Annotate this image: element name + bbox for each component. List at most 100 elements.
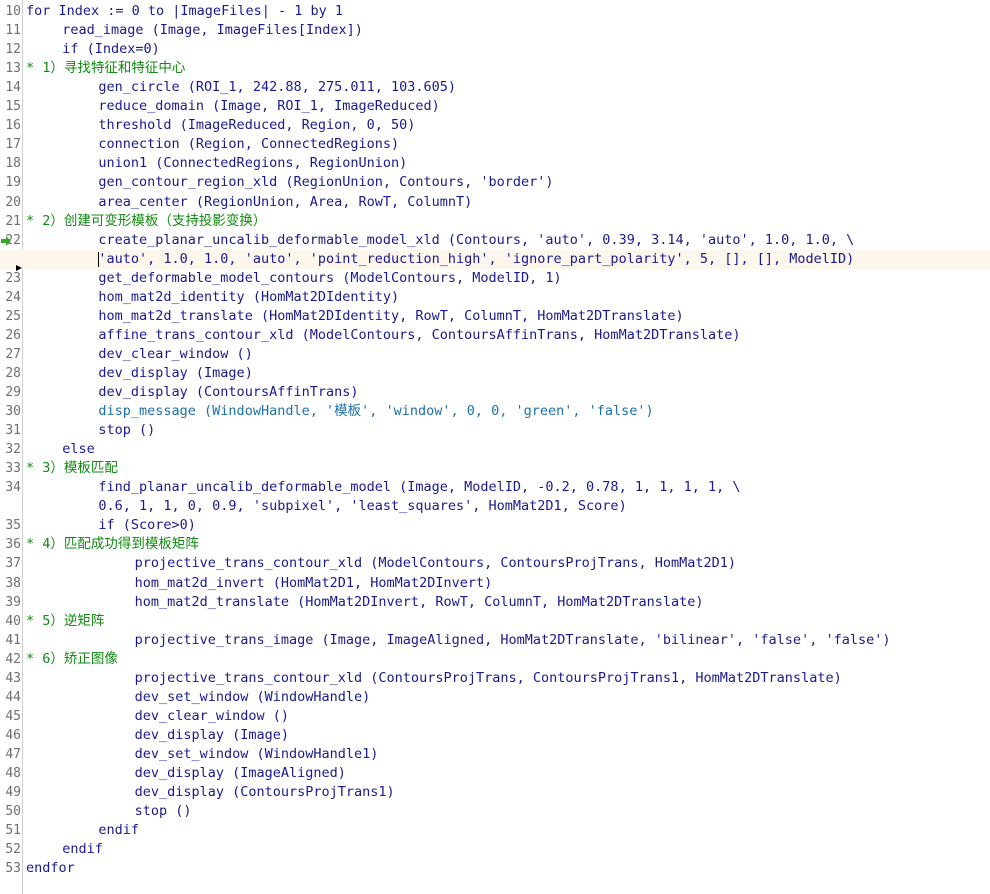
line-number: 15 bbox=[5, 99, 21, 115]
code-text: 0.6, 1, 1, 0, 0.9, 'subpixel', 'least_sq… bbox=[98, 498, 627, 515]
line-number: 25 bbox=[5, 308, 21, 324]
code-text: dev_display (Image) bbox=[134, 726, 290, 743]
code-line[interactable]: 42 * 6）矫正图像 bbox=[0, 650, 990, 669]
code-line[interactable]: 40 * 5）逆矩阵 bbox=[0, 612, 990, 631]
code-text: reduce_domain (Image, ROI_1, ImageReduce… bbox=[98, 98, 440, 115]
code-line[interactable]: 19 gen_contour_region_xld (RegionUnion, C… bbox=[0, 173, 990, 192]
code-line[interactable]: 0.6, 1, 1, 0, 0.9, 'subpixel', 'least_sq… bbox=[0, 497, 990, 516]
code-line[interactable]: 35 if (Score>0) bbox=[0, 516, 990, 535]
line-number: 51 bbox=[5, 823, 21, 839]
code-line[interactable]: 13 * 1）寻找特征和特征中心 bbox=[0, 59, 990, 78]
code-line[interactable]: 24 hom_mat2d_identity (HomMat2DIdentity) bbox=[0, 288, 990, 307]
code-text: dev_set_window (WindowHandle1) bbox=[134, 745, 379, 762]
program-counter-arrow-icon bbox=[1, 236, 11, 246]
code-text: dev_display (ContoursAffinTrans) bbox=[98, 384, 359, 400]
line-number: 21 bbox=[5, 213, 21, 229]
line-number: 52 bbox=[5, 842, 21, 858]
code-line[interactable]: 33 * 3）模板匹配 bbox=[0, 459, 990, 478]
code-line[interactable]: 22 create_planar_uncalib_deformable_model… bbox=[0, 231, 990, 250]
line-number: 45 bbox=[5, 708, 21, 724]
line-number: 42 bbox=[5, 651, 21, 667]
code-line[interactable]: 43 projective_trans_contour_xld (Contours… bbox=[0, 669, 990, 688]
code-text: create_planar_uncalib_deformable_model_x… bbox=[98, 231, 855, 248]
code-line[interactable]: 50 stop () bbox=[0, 802, 990, 821]
line-number: 44 bbox=[5, 689, 21, 705]
line-number: 43 bbox=[5, 670, 21, 686]
code-line[interactable]: 'auto', 1.0, 1.0, 'auto', 'point_reducti… bbox=[0, 249, 990, 269]
code-line[interactable]: 41 projective_trans_image (Image, ImageAl… bbox=[0, 631, 990, 650]
code-text: get_deformable_model_contours (ModelCont… bbox=[98, 269, 562, 286]
code-line[interactable]: 12 if (Index=0) bbox=[0, 40, 990, 59]
code-text: endif bbox=[62, 841, 103, 858]
code-line[interactable]: 16 threshold (ImageReduced, Region, 0, 50… bbox=[0, 116, 990, 135]
line-number: 24 bbox=[5, 289, 21, 305]
program-editor[interactable]: 10 for Index := 0 to |ImageFiles| - 1 by … bbox=[0, 0, 990, 894]
line-number: 23 bbox=[5, 270, 21, 286]
line-number: 46 bbox=[5, 727, 21, 743]
code-line[interactable]: 44 dev_set_window (WindowHandle) bbox=[0, 688, 990, 707]
line-number: 50 bbox=[5, 804, 21, 820]
code-line[interactable]: 32 else bbox=[0, 440, 990, 459]
code-line[interactable]: 49 dev_display (ContoursProjTrans1) bbox=[0, 783, 990, 802]
code-text: dev_clear_window () bbox=[134, 707, 290, 724]
comment-text: * 6）矫正图像 bbox=[26, 650, 118, 667]
code-line[interactable]: 48 dev_display (ImageAligned) bbox=[0, 764, 990, 783]
code-text: read_image (Image, ImageFiles[Index]) bbox=[62, 22, 363, 39]
code-text: gen_contour_region_xld (RegionUnion, Con… bbox=[98, 174, 554, 191]
code-line[interactable]: 31 stop () bbox=[0, 421, 990, 440]
line-number: 27 bbox=[5, 346, 21, 362]
code-line[interactable]: 26 affine_trans_contour_xld (ModelContour… bbox=[0, 326, 990, 345]
code-line[interactable]: 30 disp_message (WindowHandle, '模板', 'win… bbox=[0, 402, 990, 421]
code-text: projective_trans_contour_xld (ContoursPr… bbox=[134, 669, 842, 686]
code-line[interactable]: 34 find_planar_uncalib_deformable_model (… bbox=[0, 478, 990, 497]
code-line[interactable]: 25 hom_mat2d_translate (HomMat2DIdentity,… bbox=[0, 307, 990, 326]
line-number: 34 bbox=[5, 480, 21, 496]
code-text: endif bbox=[98, 822, 140, 839]
code-line[interactable]: 23 get_deformable_model_contours (ModelCo… bbox=[0, 269, 990, 288]
code-line[interactable]: 14 gen_circle (ROI_1, 242.88, 275.011, 10… bbox=[0, 78, 990, 97]
code-text: else bbox=[62, 441, 95, 458]
code-line[interactable]: 15 reduce_domain (Image, ROI_1, ImageRedu… bbox=[0, 97, 990, 116]
code-line[interactable]: 18 union1 (ConnectedRegions, RegionUnion) bbox=[0, 154, 990, 173]
code-line[interactable]: 28 dev_display (Image) bbox=[0, 364, 990, 383]
code-line[interactable]: 27 dev_clear_window () bbox=[0, 345, 990, 364]
code-line[interactable]: 21 * 2）创建可变形模板（支持投影变换） bbox=[0, 212, 990, 231]
line-number: 48 bbox=[5, 766, 21, 781]
line-number: 17 bbox=[5, 137, 21, 153]
line-number: 47 bbox=[5, 746, 21, 762]
line-number: 38 bbox=[5, 575, 21, 591]
code-line[interactable]: 10 for Index := 0 to |ImageFiles| - 1 by … bbox=[0, 2, 990, 21]
code-text: area_center (RegionUnion, Area, RowT, Co… bbox=[98, 193, 473, 210]
comment-text: * 1）寻找特征和特征中心 bbox=[26, 60, 186, 77]
code-text: threshold (ImageReduced, Region, 0, 50) bbox=[98, 117, 416, 134]
line-number: 12 bbox=[5, 42, 21, 58]
code-text: hom_mat2d_translate (HomMat2DIdentity, R… bbox=[98, 307, 684, 324]
insert-cursor-triangle-icon bbox=[16, 265, 22, 271]
code-line[interactable]: 11 read_image (Image, ImageFiles[Index]) bbox=[0, 21, 990, 40]
line-number: 11 bbox=[5, 23, 21, 39]
code-line[interactable]: 45 dev_clear_window () bbox=[0, 707, 990, 726]
code-line[interactable]: 38 hom_mat2d_invert (HomMat2D1, HomMat2DI… bbox=[0, 574, 990, 593]
code-line[interactable]: 17 connection (Region, ConnectedRegions) bbox=[0, 135, 990, 154]
code-line[interactable]: 46 dev_display (Image) bbox=[0, 726, 990, 745]
line-number: 20 bbox=[5, 194, 21, 210]
line-number: 53 bbox=[5, 861, 21, 877]
code-line[interactable]: 52 endif bbox=[0, 840, 990, 859]
code-text: dev_display (ImageAligned) bbox=[134, 765, 346, 781]
line-number: 33 bbox=[5, 461, 21, 477]
code-line[interactable]: 36 * 4）匹配成功得到模板矩阵 bbox=[0, 535, 990, 554]
line-number: 10 bbox=[5, 4, 21, 19]
code-text: find_planar_uncalib_deformable_model (Im… bbox=[98, 479, 741, 496]
code-line[interactable]: 53 endfor bbox=[0, 859, 990, 878]
code-text: 'auto', 1.0, 1.0, 'auto', 'point_reducti… bbox=[98, 250, 855, 267]
code-line[interactable]: 51 endif bbox=[0, 821, 990, 840]
code-line[interactable]: 47 dev_set_window (WindowHandle1) bbox=[0, 745, 990, 764]
code-line[interactable]: 39 hom_mat2d_translate (HomMat2DInvert, R… bbox=[0, 593, 990, 612]
code-text: for Index := 0 to |ImageFiles| - 1 by 1 bbox=[26, 3, 343, 19]
code-text: stop () bbox=[98, 422, 156, 439]
code-line[interactable]: 37 projective_trans_contour_xld (ModelCon… bbox=[0, 554, 990, 573]
code-line[interactable]: 29 dev_display (ContoursAffinTrans) bbox=[0, 383, 990, 402]
comment-text: * 3）模板匹配 bbox=[26, 460, 118, 477]
code-line[interactable]: 20 area_center (RegionUnion, Area, RowT, … bbox=[0, 193, 990, 212]
line-number: 37 bbox=[5, 556, 21, 572]
